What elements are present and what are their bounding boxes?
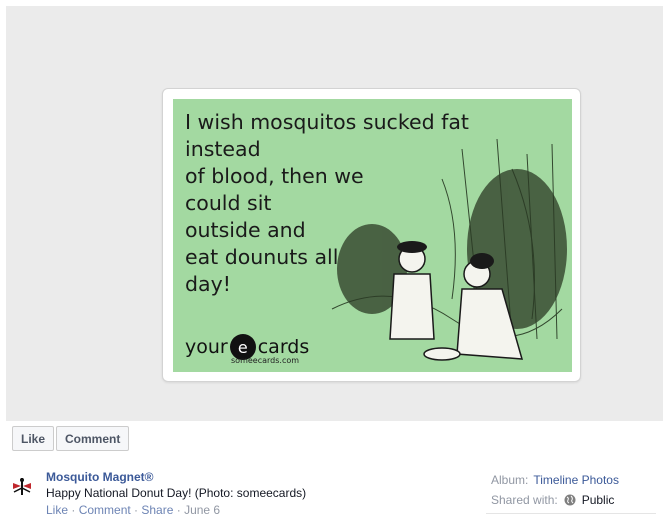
- post-date-link[interactable]: June 6: [184, 503, 220, 517]
- logo-site: someecards.com: [231, 356, 300, 365]
- album-label: Album:: [491, 473, 529, 487]
- ecard-image: I wish mosquitos sucked fat instead of b…: [173, 99, 572, 372]
- photo-sidebar: Album: Timeline Photos Shared with: Publ…: [491, 470, 619, 510]
- like-link[interactable]: Like: [46, 503, 68, 517]
- photo-frame[interactable]: I wish mosquitos sucked fat instead of b…: [162, 88, 581, 382]
- shared-row: Shared with: Public: [491, 490, 619, 510]
- like-button[interactable]: Like: [12, 426, 55, 451]
- comment-link[interactable]: Comment: [79, 503, 131, 517]
- sidebar-divider: [486, 513, 656, 514]
- avatar[interactable]: [10, 475, 34, 499]
- logo-your: your: [185, 336, 228, 358]
- album-link[interactable]: Timeline Photos: [533, 473, 619, 487]
- post-meta-links: Like · Comment · Share · June 6: [46, 503, 220, 517]
- ecard-illustration: [331, 139, 567, 361]
- post-details: Mosquito Magnet® Happy National Donut Da…: [0, 456, 663, 519]
- post-caption: Happy National Donut Day! (Photo: someec…: [46, 486, 307, 500]
- photo-actions: Like Comment: [12, 426, 130, 451]
- album-row: Album: Timeline Photos: [491, 470, 619, 490]
- someecards-logo: your e cards someecards.com: [185, 334, 310, 365]
- comment-button[interactable]: Comment: [56, 426, 130, 451]
- audience-value[interactable]: Public: [582, 493, 615, 507]
- page-name-link[interactable]: Mosquito Magnet®: [46, 470, 154, 484]
- separator: ·: [68, 503, 79, 517]
- separator: ·: [173, 503, 185, 517]
- globe-icon: [564, 494, 576, 506]
- shared-label: Shared with:: [491, 493, 558, 507]
- separator: ·: [130, 503, 142, 517]
- logo-cards: cards: [257, 336, 310, 358]
- share-link[interactable]: Share: [141, 503, 173, 517]
- photo-stage: I wish mosquitos sucked fat instead of b…: [6, 6, 663, 421]
